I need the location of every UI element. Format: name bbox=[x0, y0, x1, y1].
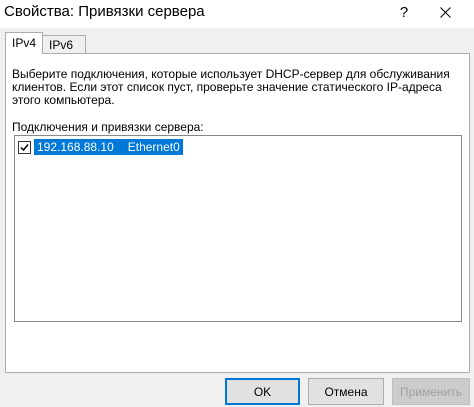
title-bar: Свойства: Привязки сервера ? bbox=[0, 0, 474, 28]
tab-ipv4[interactable]: IPv4 bbox=[5, 32, 43, 54]
cancel-button[interactable]: Отмена bbox=[308, 378, 384, 405]
close-button[interactable] bbox=[428, 0, 462, 24]
connections-list-label: Подключения и привязки сервера: bbox=[12, 120, 204, 134]
window-title: Свойства: Привязки сервера bbox=[4, 3, 205, 20]
connection-ip: 192.168.88.10 bbox=[37, 140, 114, 154]
description-text: Выберите подключения, которые использует… bbox=[12, 67, 450, 107]
tab-ipv4-label: IPv4 bbox=[12, 36, 37, 50]
checkmark-icon bbox=[20, 143, 29, 151]
connection-label[interactable]: 192.168.88.10 Ethernet0 bbox=[34, 139, 183, 155]
help-button[interactable]: ? bbox=[387, 0, 421, 24]
connection-interface: Ethernet0 bbox=[127, 140, 180, 154]
connections-listbox[interactable]: 192.168.88.10 Ethernet0 bbox=[14, 135, 462, 322]
connection-checkbox[interactable] bbox=[18, 140, 31, 154]
apply-button[interactable]: Применить bbox=[392, 378, 470, 405]
list-item[interactable]: 192.168.88.10 Ethernet0 bbox=[18, 139, 183, 155]
dialog-window: Свойства: Привязки сервера ? IPv4 IPv6 В… bbox=[0, 0, 474, 407]
help-icon: ? bbox=[399, 3, 409, 21]
tab-ipv6[interactable]: IPv6 bbox=[42, 35, 86, 54]
close-icon bbox=[439, 6, 451, 18]
tab-ipv6-label: IPv6 bbox=[49, 38, 74, 52]
ok-button[interactable]: OK bbox=[225, 378, 300, 405]
